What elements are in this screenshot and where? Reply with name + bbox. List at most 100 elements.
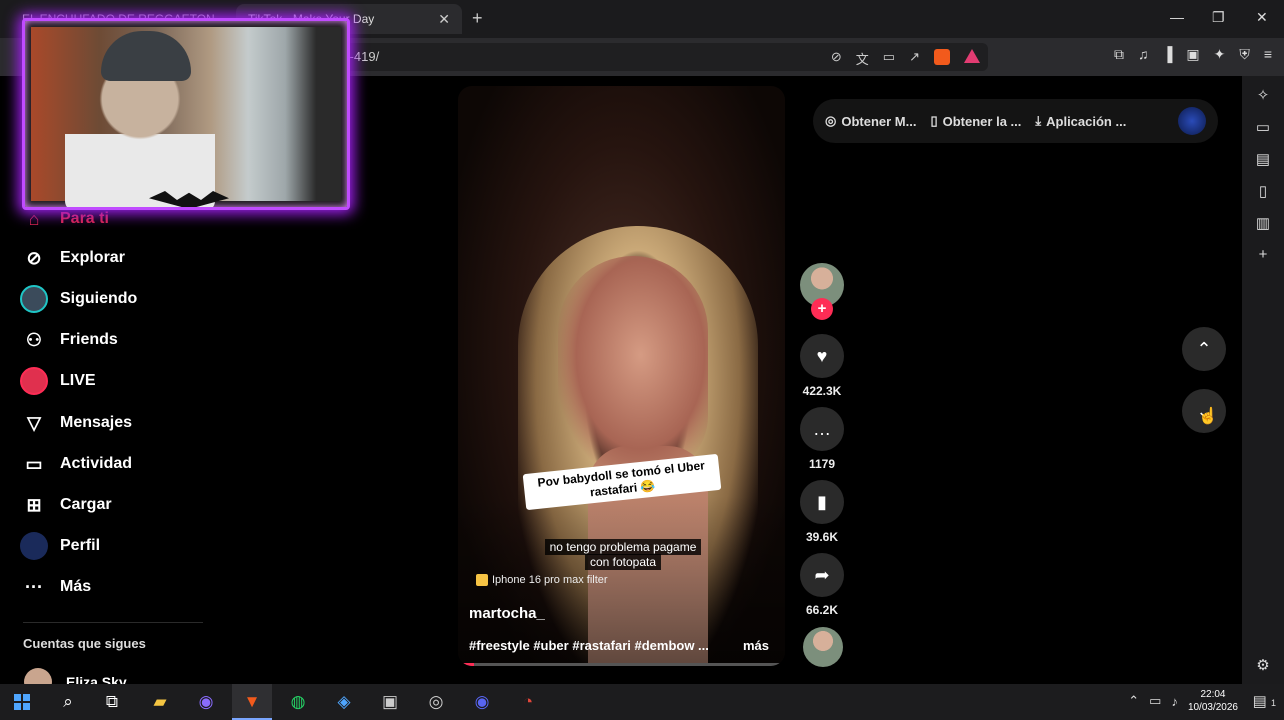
cast-icon[interactable]: ▭ xyxy=(883,49,895,68)
phone-icon: ▯ xyxy=(930,113,938,128)
get-coins-label: Obtener M... xyxy=(841,113,917,129)
no-tracking-icon[interactable]: ⊘ xyxy=(831,49,842,68)
live-icon xyxy=(20,367,48,395)
effect-icon xyxy=(476,574,488,586)
sidebar-item-label: Actividad xyxy=(60,455,133,472)
share-icon[interactable]: ↗ xyxy=(909,49,920,68)
discord-icon[interactable]: ◉ xyxy=(194,690,218,714)
video-subject-face xyxy=(558,256,708,476)
sidebar-item-label: Mensajes xyxy=(60,414,133,431)
media-icon[interactable]: ♫ xyxy=(1138,46,1149,63)
system-tray: ⌃ ▭ ♪ 22:04 10/03/2026 xyxy=(1128,688,1238,714)
get-app-button[interactable]: ▯ Obtener la ... xyxy=(930,113,1021,129)
heart-icon: ♥ xyxy=(816,345,828,366)
save-count: 39.6K xyxy=(805,530,839,544)
effect-label: Iphone 16 pro max filter xyxy=(492,574,608,586)
wallet-sidebar-icon[interactable]: ▤ xyxy=(1256,150,1270,168)
brave-shields-icon[interactable] xyxy=(934,49,950,65)
volume-icon[interactable]: ♪ xyxy=(1171,694,1178,709)
tab-search-icon[interactable]: ⧉ xyxy=(1114,46,1124,63)
url-field[interactable]: /rt-419/ ⊘ 文 ▭ ↗ xyxy=(330,43,988,71)
sidebar-item-perfil[interactable]: Perfil xyxy=(20,531,100,561)
like-action: ♥ 422.3K xyxy=(800,334,844,398)
share-button[interactable]: ➦ xyxy=(800,553,844,597)
obs-icon[interactable]: ◎ xyxy=(424,690,448,714)
share-action: ➦ 66.2K xyxy=(800,553,844,617)
close-window-button[interactable]: ✕ xyxy=(1256,9,1268,26)
sound-disc-avatar[interactable] xyxy=(803,627,843,667)
sidebar-item-cargar[interactable]: ⊞ Cargar xyxy=(20,490,111,520)
mouse-cursor-icon: ☝ xyxy=(1198,408,1218,425)
desktop-app-button[interactable]: ⤓ Aplicación ... xyxy=(1035,113,1126,129)
settings-gear-icon[interactable]: ⚙ xyxy=(1256,656,1269,674)
brave-browser-icon[interactable]: ▼ xyxy=(240,690,264,714)
clock-date: 10/03/2026 xyxy=(1187,702,1238,713)
send-icon: ▽ xyxy=(27,412,41,433)
leo-ai-icon[interactable]: ✦ xyxy=(1214,46,1226,63)
menu-icon[interactable]: ≡ xyxy=(1264,46,1272,63)
chrome-icon[interactable]: ◔ xyxy=(516,690,540,714)
comment-button[interactable]: … xyxy=(800,407,844,451)
sidebar-toggle-icon[interactable]: ▐ xyxy=(1162,46,1172,63)
bookmarks-sidebar-icon[interactable]: ▯ xyxy=(1259,182,1267,200)
previous-video-button[interactable]: ⌃ xyxy=(1182,327,1226,371)
tab-close-icon[interactable]: ✕ xyxy=(438,11,450,28)
maximize-button[interactable]: ❐ xyxy=(1212,9,1225,26)
new-tab-button[interactable]: + xyxy=(472,8,483,29)
activity-icon: ▭ xyxy=(25,453,43,474)
sidebar-item-explorar[interactable]: ⊘ Explorar xyxy=(20,243,124,273)
sidebar-item-label: LIVE xyxy=(60,372,96,389)
file-explorer-icon[interactable]: ▰ xyxy=(148,690,172,714)
app-diamond-icon[interactable]: ◈ xyxy=(332,690,356,714)
notification-center-icon[interactable]: ▤ 1 xyxy=(1253,692,1276,710)
sidebar-item-friends[interactable]: ⚇ Friends xyxy=(20,325,118,355)
follow-plus-button[interactable]: + xyxy=(811,298,833,320)
chevron-up-icon[interactable]: ⌃ xyxy=(1128,693,1139,709)
sidebar-item-label: Friends xyxy=(60,331,118,348)
like-button[interactable]: ♥ xyxy=(800,334,844,378)
search-icon[interactable]: ⌕ xyxy=(56,690,80,714)
sidebar-item-mas[interactable]: ··· Más xyxy=(20,572,91,602)
share-count: 66.2K xyxy=(805,603,839,617)
url-action-icons: ⊘ 文 ▭ ↗ xyxy=(831,49,980,68)
discord-app-icon[interactable]: ◉ xyxy=(470,690,494,714)
compass-icon: ⊘ xyxy=(26,247,42,268)
windows-start-icon[interactable] xyxy=(14,694,30,710)
profile-avatar[interactable] xyxy=(1178,107,1206,135)
add-sidebar-icon[interactable]: + xyxy=(1259,246,1268,263)
translate-icon[interactable]: 文 xyxy=(856,49,869,68)
vpn-icon[interactable]: ⛨ xyxy=(1239,46,1250,63)
browser-toolbar-icons: ⧉ ♫ ▐ ▣ ✦ ⛨ ≡ xyxy=(1114,46,1272,63)
brave-rewards-icon[interactable] xyxy=(964,49,980,63)
video-username[interactable]: martocha_ xyxy=(469,605,545,622)
sidebar-divider xyxy=(23,622,203,623)
sidebar-item-label: Más xyxy=(60,578,92,595)
upload-icon: ⊞ xyxy=(26,494,42,515)
coin-icon: ◎ xyxy=(825,113,837,128)
video-hashtags[interactable]: #freestyle #uber #rastafari #dembow ... xyxy=(469,638,709,653)
network-icon[interactable]: ▭ xyxy=(1149,693,1161,709)
save-button[interactable]: ▮ xyxy=(800,480,844,524)
effect-filter-tag[interactable]: Iphone 16 pro max filter xyxy=(476,574,608,586)
sidebar-item-siguiendo[interactable]: Siguiendo xyxy=(20,284,137,314)
sidebar-item-live[interactable]: LIVE xyxy=(20,366,96,396)
get-coins-button[interactable]: ◎ Obtener M... xyxy=(825,113,916,129)
video-progress-bar[interactable] xyxy=(458,663,785,666)
app-window-icon[interactable]: ▣ xyxy=(378,690,402,714)
minimize-button[interactable]: — xyxy=(1170,9,1184,25)
friends-icon: ⚇ xyxy=(25,329,43,350)
comment-count: 1179 xyxy=(808,457,836,471)
sidebar-item-mensajes[interactable]: ▽ Mensajes xyxy=(20,408,132,438)
wallet-icon[interactable]: ▣ xyxy=(1186,46,1199,63)
video-player[interactable]: Pov babydoll se tomó el Uber rastafari 😂… xyxy=(458,86,785,666)
reading-list-icon[interactable]: ▥ xyxy=(1256,214,1270,232)
leo-sidebar-icon[interactable]: ✧ xyxy=(1257,86,1270,104)
video-progress-fill xyxy=(458,663,475,666)
following-section-title: Cuentas que sigues xyxy=(23,636,146,651)
clock[interactable]: 22:04 10/03/2026 xyxy=(1188,688,1238,714)
video-sidebar-icon[interactable]: ▭ xyxy=(1256,118,1270,136)
whatsapp-icon[interactable]: ◍ xyxy=(286,690,310,714)
sidebar-item-actividad[interactable]: ▭ Actividad xyxy=(20,449,132,479)
task-view-icon[interactable]: ⧉ xyxy=(100,690,124,714)
more-description-button[interactable]: más xyxy=(743,638,769,653)
